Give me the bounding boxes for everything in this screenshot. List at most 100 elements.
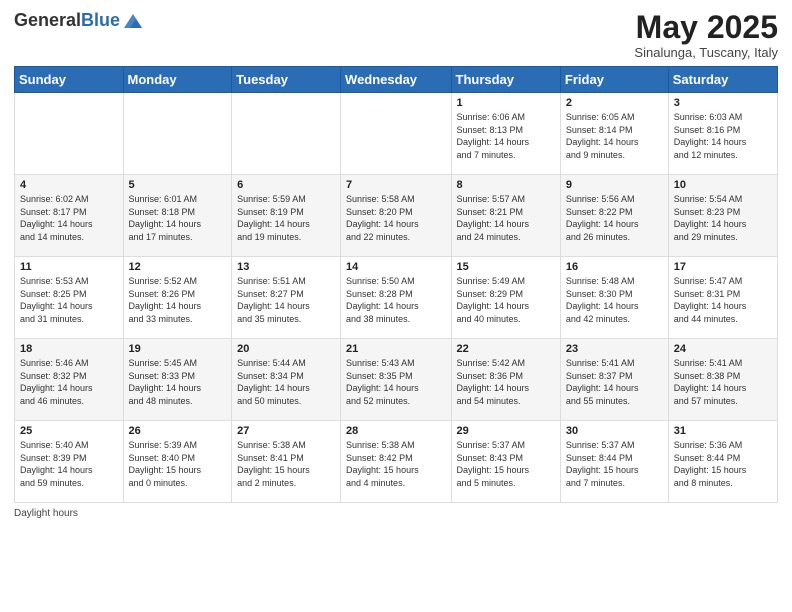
day-number: 21: [346, 343, 445, 355]
day-info: Sunrise: 5:47 AM Sunset: 8:31 PM Dayligh…: [674, 275, 772, 325]
day-info: Sunrise: 6:06 AM Sunset: 8:13 PM Dayligh…: [457, 111, 555, 161]
day-info: Sunrise: 5:51 AM Sunset: 8:27 PM Dayligh…: [237, 275, 335, 325]
day-info: Sunrise: 6:05 AM Sunset: 8:14 PM Dayligh…: [566, 111, 663, 161]
calendar-cell: 23 Sunrise: 5:41 AM Sunset: 8:37 PM Dayli…: [560, 339, 668, 421]
day-info: Sunrise: 5:40 AM Sunset: 8:39 PM Dayligh…: [20, 439, 118, 489]
calendar-cell: 15 Sunrise: 5:49 AM Sunset: 8:29 PM Dayli…: [451, 257, 560, 339]
calendar-cell: 25 Sunrise: 5:40 AM Sunset: 8:39 PM Dayli…: [15, 421, 124, 503]
weekday-header-tuesday: Tuesday: [232, 67, 341, 93]
week-row-2: 4 Sunrise: 6:02 AM Sunset: 8:17 PM Daylig…: [15, 175, 778, 257]
page-container: GeneralBlue May 2025 Sinalunga, Tuscany,…: [0, 0, 792, 529]
day-number: 7: [346, 179, 445, 191]
day-info: Sunrise: 5:41 AM Sunset: 8:38 PM Dayligh…: [674, 357, 772, 407]
calendar-cell: [123, 93, 232, 175]
day-number: 26: [129, 425, 227, 437]
weekday-header-thursday: Thursday: [451, 67, 560, 93]
calendar-table: SundayMondayTuesdayWednesdayThursdayFrid…: [14, 66, 778, 503]
day-info: Sunrise: 6:01 AM Sunset: 8:18 PM Dayligh…: [129, 193, 227, 243]
day-number: 1: [457, 97, 555, 109]
calendar-cell: 21Sunrise: 5:43 AM Sunset: 8:35 PM Dayli…: [341, 339, 451, 421]
day-info: Sunrise: 5:38 AM Sunset: 8:41 PM Dayligh…: [237, 439, 335, 489]
calendar-cell: 2 Sunrise: 6:05 AM Sunset: 8:14 PM Daylig…: [560, 93, 668, 175]
day-number: 28: [346, 425, 445, 437]
week-row-1: 1 Sunrise: 6:06 AM Sunset: 8:13 PM Daylig…: [15, 93, 778, 175]
day-info: Sunrise: 5:57 AM Sunset: 8:21 PM Dayligh…: [457, 193, 555, 243]
calendar-cell: 17 Sunrise: 5:47 AM Sunset: 8:31 PM Dayli…: [668, 257, 777, 339]
day-info: Sunrise: 5:39 AM Sunset: 8:40 PM Dayligh…: [129, 439, 227, 489]
calendar-cell: 29 Sunrise: 5:37 AM Sunset: 8:43 PM Dayli…: [451, 421, 560, 503]
day-number: 24: [674, 343, 772, 355]
day-info: Sunrise: 5:37 AM Sunset: 8:43 PM Dayligh…: [457, 439, 555, 489]
logo-blue-text: Blue: [81, 10, 120, 30]
day-number: 19: [129, 343, 227, 355]
day-number: 22: [457, 343, 555, 355]
week-row-5: 25 Sunrise: 5:40 AM Sunset: 8:39 PM Dayli…: [15, 421, 778, 503]
day-info: Sunrise: 6:03 AM Sunset: 8:16 PM Dayligh…: [674, 111, 772, 161]
day-number: 20: [237, 343, 335, 355]
daylight-label: Daylight hours: [14, 508, 78, 519]
day-info: Sunrise: 5:45 AM Sunset: 8:33 PM Dayligh…: [129, 357, 227, 407]
day-number: 13: [237, 261, 335, 273]
calendar-cell: 20Sunrise: 5:44 AM Sunset: 8:34 PM Dayli…: [232, 339, 341, 421]
day-number: 3: [674, 97, 772, 109]
logo-icon: [122, 10, 144, 32]
calendar-cell: 16Sunrise: 5:48 AM Sunset: 8:30 PM Dayli…: [560, 257, 668, 339]
day-number: 25: [20, 425, 118, 437]
day-info: Sunrise: 5:36 AM Sunset: 8:44 PM Dayligh…: [674, 439, 772, 489]
calendar-cell: 9 Sunrise: 5:56 AM Sunset: 8:22 PM Daylig…: [560, 175, 668, 257]
title-area: May 2025 Sinalunga, Tuscany, Italy: [634, 10, 778, 60]
calendar-cell: 8 Sunrise: 5:57 AM Sunset: 8:21 PM Daylig…: [451, 175, 560, 257]
calendar-cell: 3 Sunrise: 6:03 AM Sunset: 8:16 PM Daylig…: [668, 93, 777, 175]
day-number: 10: [674, 179, 772, 191]
day-number: 17: [674, 261, 772, 273]
calendar-cell: [341, 93, 451, 175]
calendar-cell: 11Sunrise: 5:53 AM Sunset: 8:25 PM Dayli…: [15, 257, 124, 339]
day-info: Sunrise: 5:52 AM Sunset: 8:26 PM Dayligh…: [129, 275, 227, 325]
day-info: Sunrise: 5:50 AM Sunset: 8:28 PM Dayligh…: [346, 275, 445, 325]
day-number: 9: [566, 179, 663, 191]
day-number: 18: [20, 343, 118, 355]
calendar-cell: 28 Sunrise: 5:38 AM Sunset: 8:42 PM Dayli…: [341, 421, 451, 503]
logo: GeneralBlue: [14, 10, 144, 32]
day-number: 8: [457, 179, 555, 191]
header: GeneralBlue May 2025 Sinalunga, Tuscany,…: [14, 10, 778, 60]
calendar-cell: 4 Sunrise: 6:02 AM Sunset: 8:17 PM Daylig…: [15, 175, 124, 257]
footer: Daylight hours: [14, 508, 778, 519]
calendar-cell: 13 Sunrise: 5:51 AM Sunset: 8:27 PM Dayli…: [232, 257, 341, 339]
day-number: 4: [20, 179, 118, 191]
calendar-cell: 1 Sunrise: 6:06 AM Sunset: 8:13 PM Daylig…: [451, 93, 560, 175]
weekday-header-wednesday: Wednesday: [341, 67, 451, 93]
day-info: Sunrise: 5:41 AM Sunset: 8:37 PM Dayligh…: [566, 357, 663, 407]
day-number: 27: [237, 425, 335, 437]
day-info: Sunrise: 5:37 AM Sunset: 8:44 PM Dayligh…: [566, 439, 663, 489]
logo-general-text: General: [14, 10, 81, 30]
calendar-cell: 12 Sunrise: 5:52 AM Sunset: 8:26 PM Dayli…: [123, 257, 232, 339]
day-info: Sunrise: 5:38 AM Sunset: 8:42 PM Dayligh…: [346, 439, 445, 489]
day-number: 2: [566, 97, 663, 109]
day-info: Sunrise: 5:54 AM Sunset: 8:23 PM Dayligh…: [674, 193, 772, 243]
calendar-cell: 22 Sunrise: 5:42 AM Sunset: 8:36 PM Dayli…: [451, 339, 560, 421]
day-number: 31: [674, 425, 772, 437]
subtitle: Sinalunga, Tuscany, Italy: [634, 45, 778, 60]
day-info: Sunrise: 5:48 AM Sunset: 8:30 PM Dayligh…: [566, 275, 663, 325]
calendar-cell: 6Sunrise: 5:59 AM Sunset: 8:19 PM Daylig…: [232, 175, 341, 257]
week-row-3: 11Sunrise: 5:53 AM Sunset: 8:25 PM Dayli…: [15, 257, 778, 339]
calendar-cell: 5Sunrise: 6:01 AM Sunset: 8:18 PM Daylig…: [123, 175, 232, 257]
day-number: 23: [566, 343, 663, 355]
calendar-cell: [232, 93, 341, 175]
calendar-cell: 10 Sunrise: 5:54 AM Sunset: 8:23 PM Dayli…: [668, 175, 777, 257]
day-info: Sunrise: 5:58 AM Sunset: 8:20 PM Dayligh…: [346, 193, 445, 243]
weekday-header-monday: Monday: [123, 67, 232, 93]
day-number: 12: [129, 261, 227, 273]
day-info: Sunrise: 5:56 AM Sunset: 8:22 PM Dayligh…: [566, 193, 663, 243]
calendar-cell: 26 Sunrise: 5:39 AM Sunset: 8:40 PM Dayli…: [123, 421, 232, 503]
day-info: Sunrise: 5:42 AM Sunset: 8:36 PM Dayligh…: [457, 357, 555, 407]
month-title: May 2025: [634, 10, 778, 45]
calendar-cell: 27 Sunrise: 5:38 AM Sunset: 8:41 PM Dayli…: [232, 421, 341, 503]
calendar-cell: 31 Sunrise: 5:36 AM Sunset: 8:44 PM Dayli…: [668, 421, 777, 503]
day-number: 15: [457, 261, 555, 273]
day-number: 29: [457, 425, 555, 437]
day-info: Sunrise: 5:49 AM Sunset: 8:29 PM Dayligh…: [457, 275, 555, 325]
day-number: 14: [346, 261, 445, 273]
day-info: Sunrise: 6:02 AM Sunset: 8:17 PM Dayligh…: [20, 193, 118, 243]
